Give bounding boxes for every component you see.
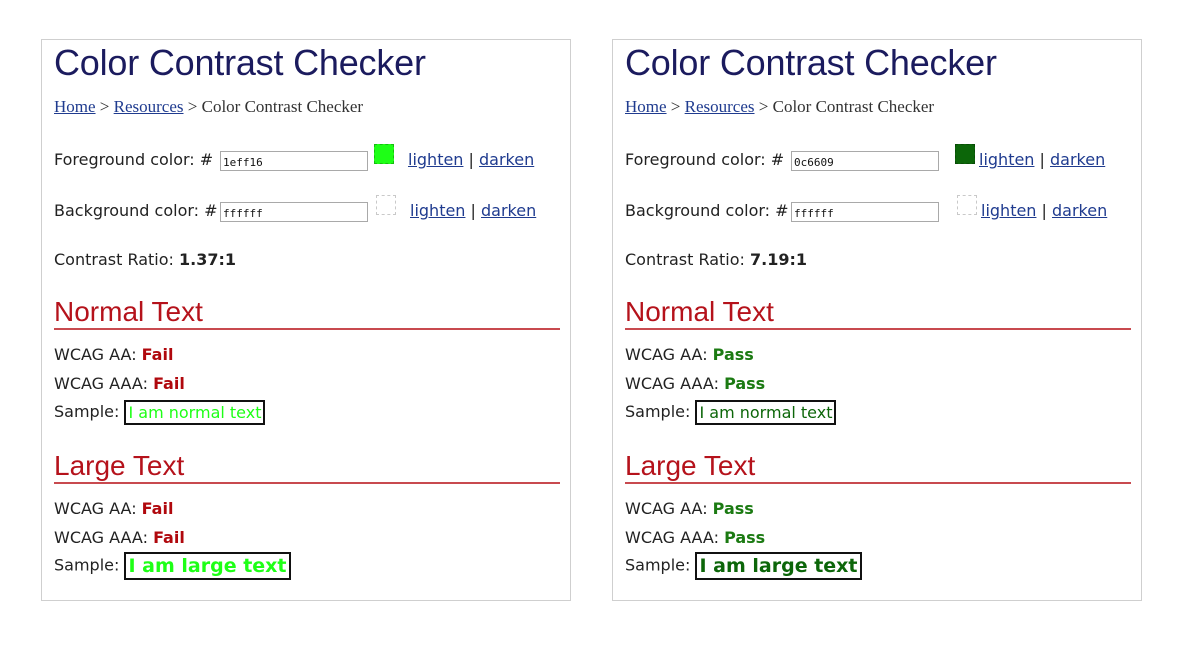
wcag-aa-label: WCAG AA:	[625, 499, 713, 518]
breadcrumb: Home > Resources > Color Contrast Checke…	[54, 97, 363, 117]
background-darken-link[interactable]: darken	[1052, 201, 1107, 220]
large-text-heading: Large Text	[625, 450, 1131, 484]
contrast-ratio-label: Contrast Ratio:	[625, 250, 751, 269]
page-title: Color Contrast Checker	[54, 42, 426, 83]
wcag-aaa-result: Fail	[153, 374, 185, 393]
breadcrumb-resources-link[interactable]: Resources	[114, 97, 184, 116]
background-label: Background color: #	[54, 201, 218, 220]
foreground-color-swatch[interactable]	[955, 144, 975, 164]
page-title: Color Contrast Checker	[625, 42, 997, 83]
sample-label: Sample:	[625, 555, 696, 575]
foreground-label: Foreground color: #	[625, 150, 785, 169]
large-sample-row: Sample: I am large text	[54, 552, 291, 580]
background-color-input[interactable]: ffffff	[791, 202, 939, 222]
large-text-sample: I am large text	[695, 552, 862, 580]
link-separator: |	[1036, 201, 1053, 220]
wcag-aa-label: WCAG AA:	[625, 345, 713, 364]
wcag-aaa-result: Fail	[153, 528, 185, 547]
contrast-ratio-label: Contrast Ratio:	[54, 250, 180, 269]
wcag-aa-result: Fail	[141, 499, 174, 518]
wcag-aaa-label: WCAG AAA:	[625, 528, 725, 547]
foreground-row: Foreground color: #	[54, 150, 213, 169]
link-separator: |	[463, 150, 480, 169]
background-lighten-link[interactable]: lighten	[981, 201, 1036, 220]
background-adjust-links: lighten | darken	[981, 201, 1107, 220]
breadcrumb-resources-link[interactable]: Resources	[685, 97, 755, 116]
normal-text-heading: Normal Text	[54, 296, 560, 330]
foreground-color-input[interactable]: 0c6609	[791, 151, 939, 171]
wcag-aaa-result: Pass	[724, 374, 766, 393]
wcag-aaa-result: Pass	[724, 528, 766, 547]
wcag-aa-result: Pass	[712, 499, 754, 518]
checker-panel-left: Color Contrast Checker Home > Resources …	[41, 39, 571, 601]
large-text-heading: Large Text	[54, 450, 560, 484]
breadcrumb: Home > Resources > Color Contrast Checke…	[625, 97, 934, 117]
background-row: Background color: #	[625, 201, 789, 220]
wcag-aa-label: WCAG AA:	[54, 345, 142, 364]
wcag-aaa-label: WCAG AAA:	[54, 528, 154, 547]
background-color-input[interactable]: ffffff	[220, 202, 368, 222]
foreground-label: Foreground color: #	[54, 150, 214, 169]
sample-label: Sample:	[54, 555, 125, 575]
background-lighten-link[interactable]: lighten	[410, 201, 465, 220]
foreground-row: Foreground color: #	[625, 150, 784, 169]
breadcrumb-home-link[interactable]: Home	[625, 97, 667, 116]
background-label: Background color: #	[625, 201, 789, 220]
normal-text-sample: I am normal text	[695, 400, 837, 425]
normal-text-sample: I am normal text	[124, 400, 266, 425]
large-wcag-aaa: WCAG AAA: Fail	[54, 528, 185, 547]
large-wcag-aa: WCAG AA: Fail	[54, 499, 173, 518]
breadcrumb-separator: >	[754, 97, 773, 116]
normal-sample-row: Sample: I am normal text	[625, 400, 837, 425]
foreground-darken-link[interactable]: darken	[1050, 150, 1105, 169]
foreground-adjust-links: lighten | darken	[979, 150, 1105, 169]
foreground-darken-link[interactable]: darken	[479, 150, 534, 169]
breadcrumb-home-link[interactable]: Home	[54, 97, 96, 116]
wcag-aaa-label: WCAG AAA:	[625, 374, 725, 393]
normal-wcag-aa: WCAG AA: Pass	[625, 345, 754, 364]
background-darken-link[interactable]: darken	[481, 201, 536, 220]
link-separator: |	[465, 201, 482, 220]
wcag-aaa-label: WCAG AAA:	[54, 374, 154, 393]
checker-panel-right: Color Contrast Checker Home > Resources …	[612, 39, 1142, 601]
foreground-color-input[interactable]: 1eff16	[220, 151, 368, 171]
sample-label: Sample:	[54, 402, 125, 421]
link-separator: |	[1034, 150, 1051, 169]
large-wcag-aaa: WCAG AAA: Pass	[625, 528, 765, 547]
breadcrumb-current: Color Contrast Checker	[201, 97, 364, 116]
contrast-ratio-value: 7.19:1	[750, 250, 808, 269]
large-sample-row: Sample: I am large text	[625, 552, 862, 580]
normal-text-heading: Normal Text	[625, 296, 1131, 330]
foreground-adjust-links: lighten | darken	[408, 150, 534, 169]
foreground-lighten-link[interactable]: lighten	[408, 150, 463, 169]
foreground-lighten-link[interactable]: lighten	[979, 150, 1034, 169]
normal-wcag-aaa: WCAG AAA: Pass	[625, 374, 765, 393]
breadcrumb-separator: >	[183, 97, 202, 116]
normal-sample-row: Sample: I am normal text	[54, 400, 266, 425]
wcag-aa-label: WCAG AA:	[54, 499, 142, 518]
breadcrumb-separator: >	[95, 97, 114, 116]
contrast-ratio: Contrast Ratio: 7.19:1	[625, 250, 807, 269]
large-text-sample: I am large text	[124, 552, 291, 580]
background-adjust-links: lighten | darken	[410, 201, 536, 220]
contrast-ratio: Contrast Ratio: 1.37:1	[54, 250, 236, 269]
background-color-swatch[interactable]	[376, 195, 396, 215]
large-wcag-aa: WCAG AA: Pass	[625, 499, 754, 518]
normal-wcag-aaa: WCAG AAA: Fail	[54, 374, 185, 393]
normal-wcag-aa: WCAG AA: Fail	[54, 345, 173, 364]
contrast-ratio-value: 1.37:1	[179, 250, 237, 269]
background-row: Background color: #	[54, 201, 218, 220]
background-color-swatch[interactable]	[957, 195, 977, 215]
wcag-aa-result: Pass	[712, 345, 754, 364]
foreground-color-swatch[interactable]	[374, 144, 394, 164]
breadcrumb-current: Color Contrast Checker	[772, 97, 935, 116]
wcag-aa-result: Fail	[141, 345, 174, 364]
sample-label: Sample:	[625, 402, 696, 421]
breadcrumb-separator: >	[666, 97, 685, 116]
